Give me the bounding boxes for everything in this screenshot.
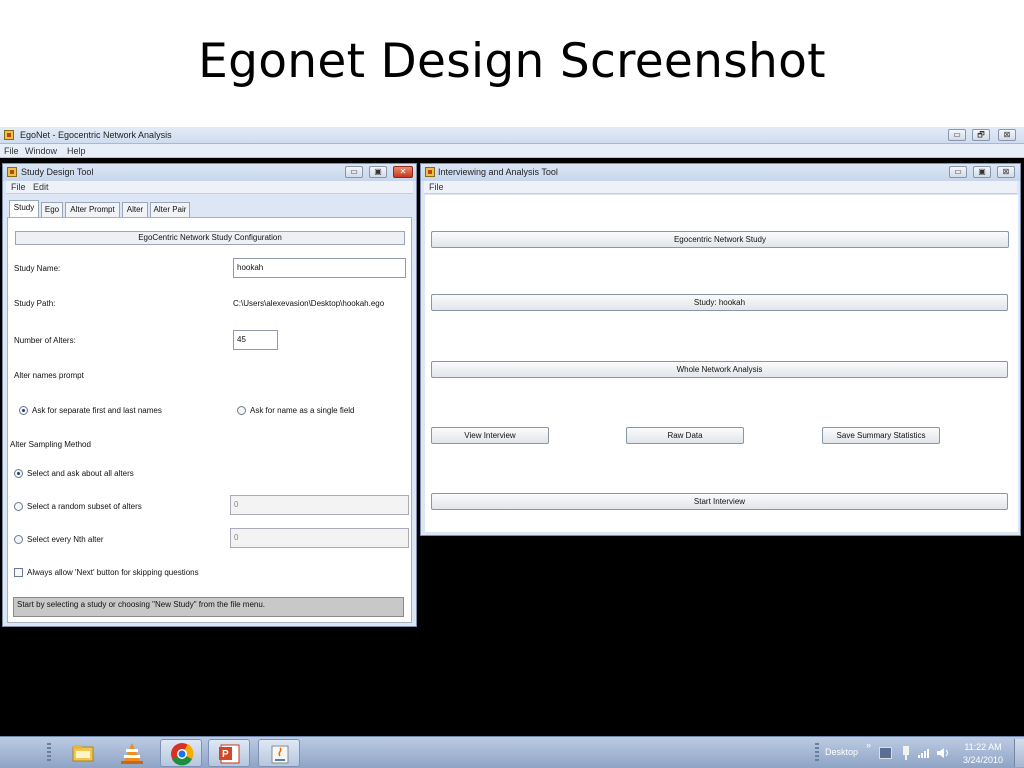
egonet-app-window: EgoNet - Egocentric Network Analysis ▭ 🗗… (0, 127, 1024, 736)
radio-single-field-label: Ask for name as a single field (250, 406, 355, 415)
alter-sampling-label: Alter Sampling Method (10, 440, 91, 449)
study-config-header: EgoCentric Network Study Configuration (15, 231, 405, 245)
number-of-alters-label: Number of Alters: (14, 336, 76, 345)
study-close-button[interactable]: ✕ (393, 166, 413, 178)
view-interview-button[interactable]: View Interview (431, 427, 549, 444)
network-signal-icon[interactable] (918, 747, 932, 759)
powerpoint-taskbar-button[interactable]: P (208, 739, 250, 767)
chrome-icon (171, 743, 194, 766)
show-hidden-icons-icon[interactable] (879, 747, 892, 759)
powerpoint-icon: P (219, 744, 240, 764)
start-interview-button[interactable]: Start Interview (431, 493, 1008, 510)
java-window-icon (425, 167, 435, 177)
save-summary-statistics-button[interactable]: Save Summary Statistics (822, 427, 940, 444)
interview-maximize-button[interactable]: ▣ (973, 166, 991, 178)
desktop-toolbar-label[interactable]: Desktop (825, 747, 858, 757)
radio-single-field[interactable] (237, 406, 246, 415)
interview-close-button[interactable]: ⊠ (997, 166, 1015, 178)
show-desktop-button[interactable] (1014, 739, 1024, 767)
java-icon (271, 745, 289, 764)
clock-time[interactable]: 11:22 AM (953, 742, 1013, 752)
tab-ego[interactable]: Ego (41, 202, 63, 217)
java-taskbar-button[interactable] (258, 739, 300, 767)
taskbar-grip[interactable] (47, 743, 51, 763)
study-menubar: File Edit (6, 181, 413, 194)
interview-panel: Egocentric Network Study Study: hookah W… (425, 195, 1018, 532)
interview-window-titlebar[interactable]: Interviewing and Analysis Tool ▭ ▣ ⊠ (421, 164, 1020, 181)
study-hookah-button[interactable]: Study: hookah (431, 294, 1008, 311)
chrome-taskbar-button[interactable] (160, 739, 202, 767)
radio-sample-nth[interactable] (14, 535, 23, 544)
tab-alter[interactable]: Alter (122, 202, 148, 217)
app-restore-button[interactable]: 🗗 (972, 129, 990, 141)
nth-alter-input[interactable]: 0 (230, 528, 409, 548)
svg-text:P: P (222, 749, 229, 760)
always-next-checkbox[interactable] (14, 568, 23, 577)
study-menu-edit[interactable]: Edit (33, 182, 49, 192)
study-maximize-button[interactable]: ▣ (369, 166, 387, 178)
study-name-input[interactable]: hookah (233, 258, 406, 278)
radio-sample-all[interactable] (14, 469, 23, 478)
random-subset-input[interactable]: 0 (230, 495, 409, 515)
desktop-toolbar-grip[interactable] (815, 743, 819, 763)
file-explorer-taskbar-button[interactable] (62, 739, 104, 767)
radio-sample-all-label: Select and ask about all alters (27, 469, 134, 478)
tab-alter-prompt[interactable]: Alter Prompt (65, 202, 120, 217)
menu-help[interactable]: Help (67, 146, 86, 156)
interview-window-title: Interviewing and Analysis Tool (438, 167, 558, 177)
study-path-value: C:\Users\alexevasion\Desktop\hookah.ego (233, 299, 385, 308)
volume-icon[interactable] (936, 747, 950, 759)
slide-title: Egonet Design Screenshot (198, 34, 826, 89)
interview-minimize-button[interactable]: ▭ (949, 166, 967, 178)
app-close-button[interactable]: ⊠ (998, 129, 1016, 141)
interview-analysis-window: Interviewing and Analysis Tool ▭ ▣ ⊠ Fil… (420, 163, 1021, 536)
study-tab-panel: EgoCentric Network Study Configuration S… (7, 217, 412, 623)
app-menubar: File Window Help (0, 144, 1024, 158)
alter-names-prompt-label: Alter names prompt (14, 371, 84, 380)
interview-menubar: File (424, 181, 1017, 194)
tab-study[interactable]: Study (9, 200, 39, 217)
status-message: Start by selecting a study or choosing "… (13, 597, 404, 617)
vlc-cone-icon (121, 743, 143, 764)
vlc-taskbar-button[interactable] (111, 739, 153, 767)
radio-sample-random-label: Select a random subset of alters (27, 502, 142, 511)
study-window-titlebar[interactable]: Study Design Tool ▭ ▣ ✕ (3, 164, 416, 181)
study-window-title: Study Design Tool (21, 167, 94, 177)
app-title: EgoNet - Egocentric Network Analysis (20, 130, 172, 140)
raw-data-button[interactable]: Raw Data (626, 427, 744, 444)
toolbar-overflow-chevron-icon[interactable]: » (866, 740, 871, 750)
interview-menu-file[interactable]: File (429, 182, 444, 192)
power-plug-icon[interactable] (900, 746, 912, 760)
tab-alter-pair[interactable]: Alter Pair (150, 202, 190, 217)
study-menu-file[interactable]: File (11, 182, 26, 192)
java-window-icon (7, 167, 17, 177)
clock-date[interactable]: 3/24/2010 (953, 755, 1013, 765)
study-name-label: Study Name: (14, 264, 61, 273)
app-titlebar[interactable]: EgoNet - Egocentric Network Analysis ▭ 🗗… (0, 127, 1024, 144)
study-path-label: Study Path: (14, 299, 56, 308)
java-app-icon (4, 130, 14, 140)
radio-separate-names[interactable] (19, 406, 28, 415)
menu-window[interactable]: Window (25, 146, 57, 156)
study-minimize-button[interactable]: ▭ (345, 166, 363, 178)
folder-icon (72, 745, 94, 762)
app-minimize-button[interactable]: ▭ (948, 129, 966, 141)
study-design-window: Study Design Tool ▭ ▣ ✕ File Edit Study … (2, 163, 417, 627)
whole-network-analysis-button[interactable]: Whole Network Analysis (431, 361, 1008, 378)
egocentric-network-study-bar: Egocentric Network Study (431, 231, 1009, 248)
radio-sample-random[interactable] (14, 502, 23, 511)
always-next-label: Always allow 'Next' button for skipping … (27, 568, 199, 577)
taskbar: P Desktop » 11:22 AM 3/24/2010 (0, 736, 1024, 768)
radio-separate-names-label: Ask for separate first and last names (32, 406, 162, 415)
menu-file[interactable]: File (4, 146, 19, 156)
number-of-alters-input[interactable]: 45 (233, 330, 278, 350)
radio-sample-nth-label: Select every Nth alter (27, 535, 104, 544)
